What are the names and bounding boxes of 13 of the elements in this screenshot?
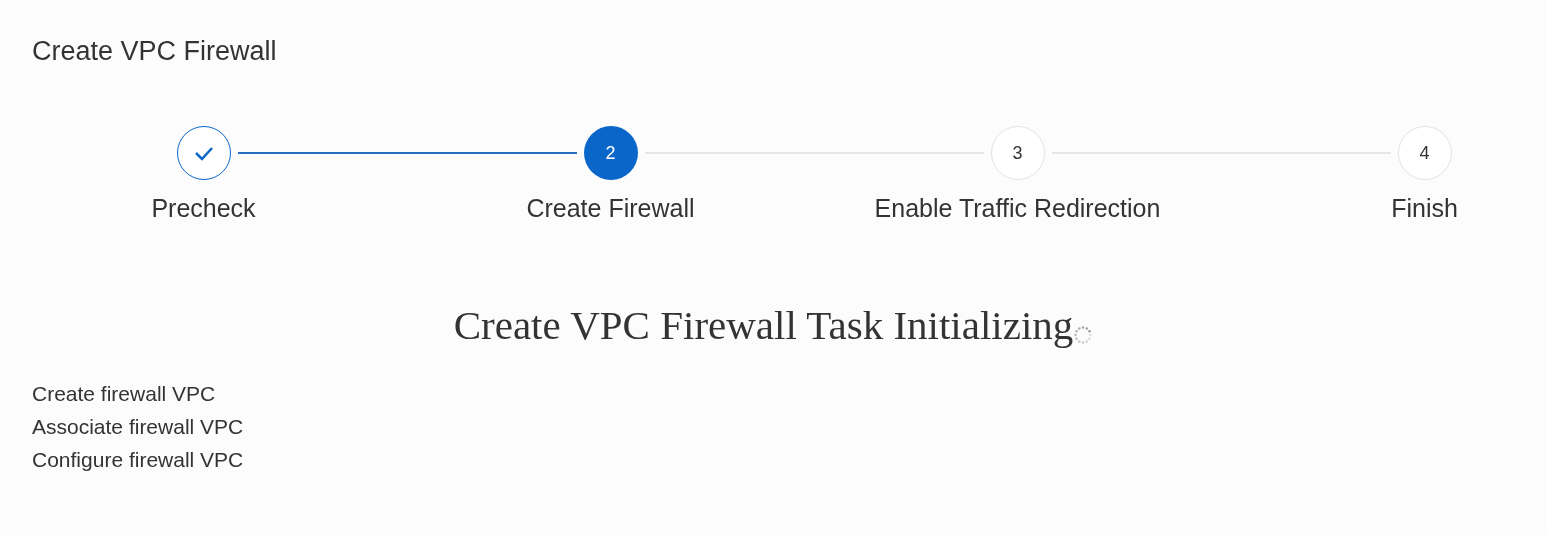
step-label: Precheck: [151, 194, 256, 223]
step-label: Enable Traffic Redirection: [874, 194, 1161, 223]
task-item: Associate firewall VPC: [32, 416, 245, 438]
step-indicator: 3: [990, 126, 1045, 180]
task-heading: Create VPC Firewall Task Initializing: [453, 301, 1074, 349]
step-label: Finish: [1391, 194, 1458, 223]
task-item: Configure firewall VPC: [32, 449, 245, 471]
step-indicator: 4: [1397, 126, 1452, 180]
step-label: Create Firewall: [526, 194, 695, 223]
task-item: Create firewall VPC: [32, 383, 217, 405]
step-indicator: 2: [583, 126, 638, 180]
check-icon: [193, 145, 214, 161]
page-title: Create VPC Firewall: [31, 35, 278, 66]
